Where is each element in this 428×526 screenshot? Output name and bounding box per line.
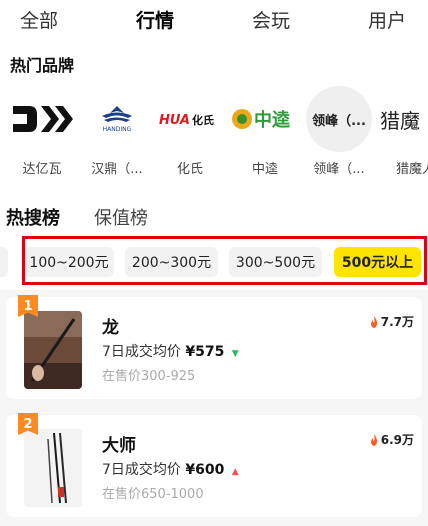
tab-hot-search[interactable]: 热搜榜 [6,204,60,230]
heat-count: 7.7万 [369,313,414,330]
top-nav: 全部 行情 会玩 用户 [0,0,428,40]
tab-value-retention[interactable]: 保值榜 [94,204,148,230]
avg-price-row: 7日成交均价 ¥600 ▲ [102,459,239,479]
trend-down-icon: ▼ [231,349,239,359]
avg-price-value: ¥600 [185,462,225,478]
brand-name: 中逵 [251,162,278,177]
brand-handing[interactable]: HANDING 汉鼎（... [80,86,154,186]
product-thumbnail [24,311,82,389]
handing-logo-icon: HANDING [84,86,150,152]
avg-price-row: 7日成交均价 ¥575 ▼ [102,341,239,361]
hot-brands-section: 热门品牌 达亿瓦 HANDING 汉鼎（... HUA 化氏 化氏 中逵 中逵 … [0,40,428,190]
brand-name: 领峰（... [313,162,365,177]
tab-all[interactable]: 全部 [20,6,58,33]
on-sale-range: 在售价300-925 [102,369,196,384]
liemoren-logo-text: 猎魔 [380,108,420,133]
ranking-item[interactable]: 1 龙 7日成交均价 ¥575 ▼ 在售价300-925 7.7万 [6,295,422,399]
daiwa-logo-icon [9,86,75,152]
product-title: 大师 [102,436,136,456]
on-sale-range: 在售价650-1000 [102,487,204,502]
liemoren-logo-icon: 猎魔 [380,86,428,152]
brand-name: 达亿瓦 [22,162,62,177]
brand-name: 汉鼎（... [91,162,143,177]
lingfeng-logo-text: 领峰（... [312,113,366,129]
product-thumbnail [24,429,82,507]
heat-value: 7.7万 [380,315,414,329]
brand-liemoren[interactable]: 猎魔 猎魔人 [376,86,428,186]
brand-huashi[interactable]: HUA 化氏 化氏 [153,86,227,186]
brand-name: 化氏 [176,162,203,177]
tab-market[interactable]: 行情 [136,6,175,33]
avg-price-label: 7日成交均价 [102,344,181,360]
huashi-logo-icon: HUA 化氏 [157,86,223,152]
heat-count: 6.9万 [369,431,414,448]
svg-text:化氏: 化氏 [192,113,214,127]
tab-users[interactable]: 用户 [368,6,406,33]
price-chip-partial[interactable] [0,247,8,277]
tab-play[interactable]: 会玩 [252,6,290,33]
ranking-item[interactable]: 2 大师 7日成交均价 ¥600 ▲ 在售价650-1000 6.9万 [6,413,422,517]
brand-lingfeng[interactable]: 领峰（... 领峰（... [302,86,376,186]
flame-icon [370,315,377,328]
brand-name: 猎魔人 [396,162,428,177]
svg-text:HUA: HUA [159,113,190,128]
svg-text:中逵: 中逵 [254,109,291,131]
zhongkui-logo-icon: 中逵 [232,86,298,152]
svg-text:HANDING: HANDING [103,126,132,133]
avg-price-value: ¥575 [185,344,225,360]
brand-daiwa[interactable]: 达亿瓦 [5,86,79,186]
trend-up-icon: ▲ [231,467,239,477]
highlight-box [22,236,427,285]
product-title: 龙 [102,318,119,338]
heat-value: 6.9万 [380,433,414,447]
hot-brands-title: 热门品牌 [10,56,75,75]
avg-price-label: 7日成交均价 [102,462,181,478]
lingfeng-logo-icon: 领峰（... [306,86,372,152]
brand-zhongkui[interactable]: 中逵 中逵 [228,86,302,186]
flame-icon [370,433,377,446]
